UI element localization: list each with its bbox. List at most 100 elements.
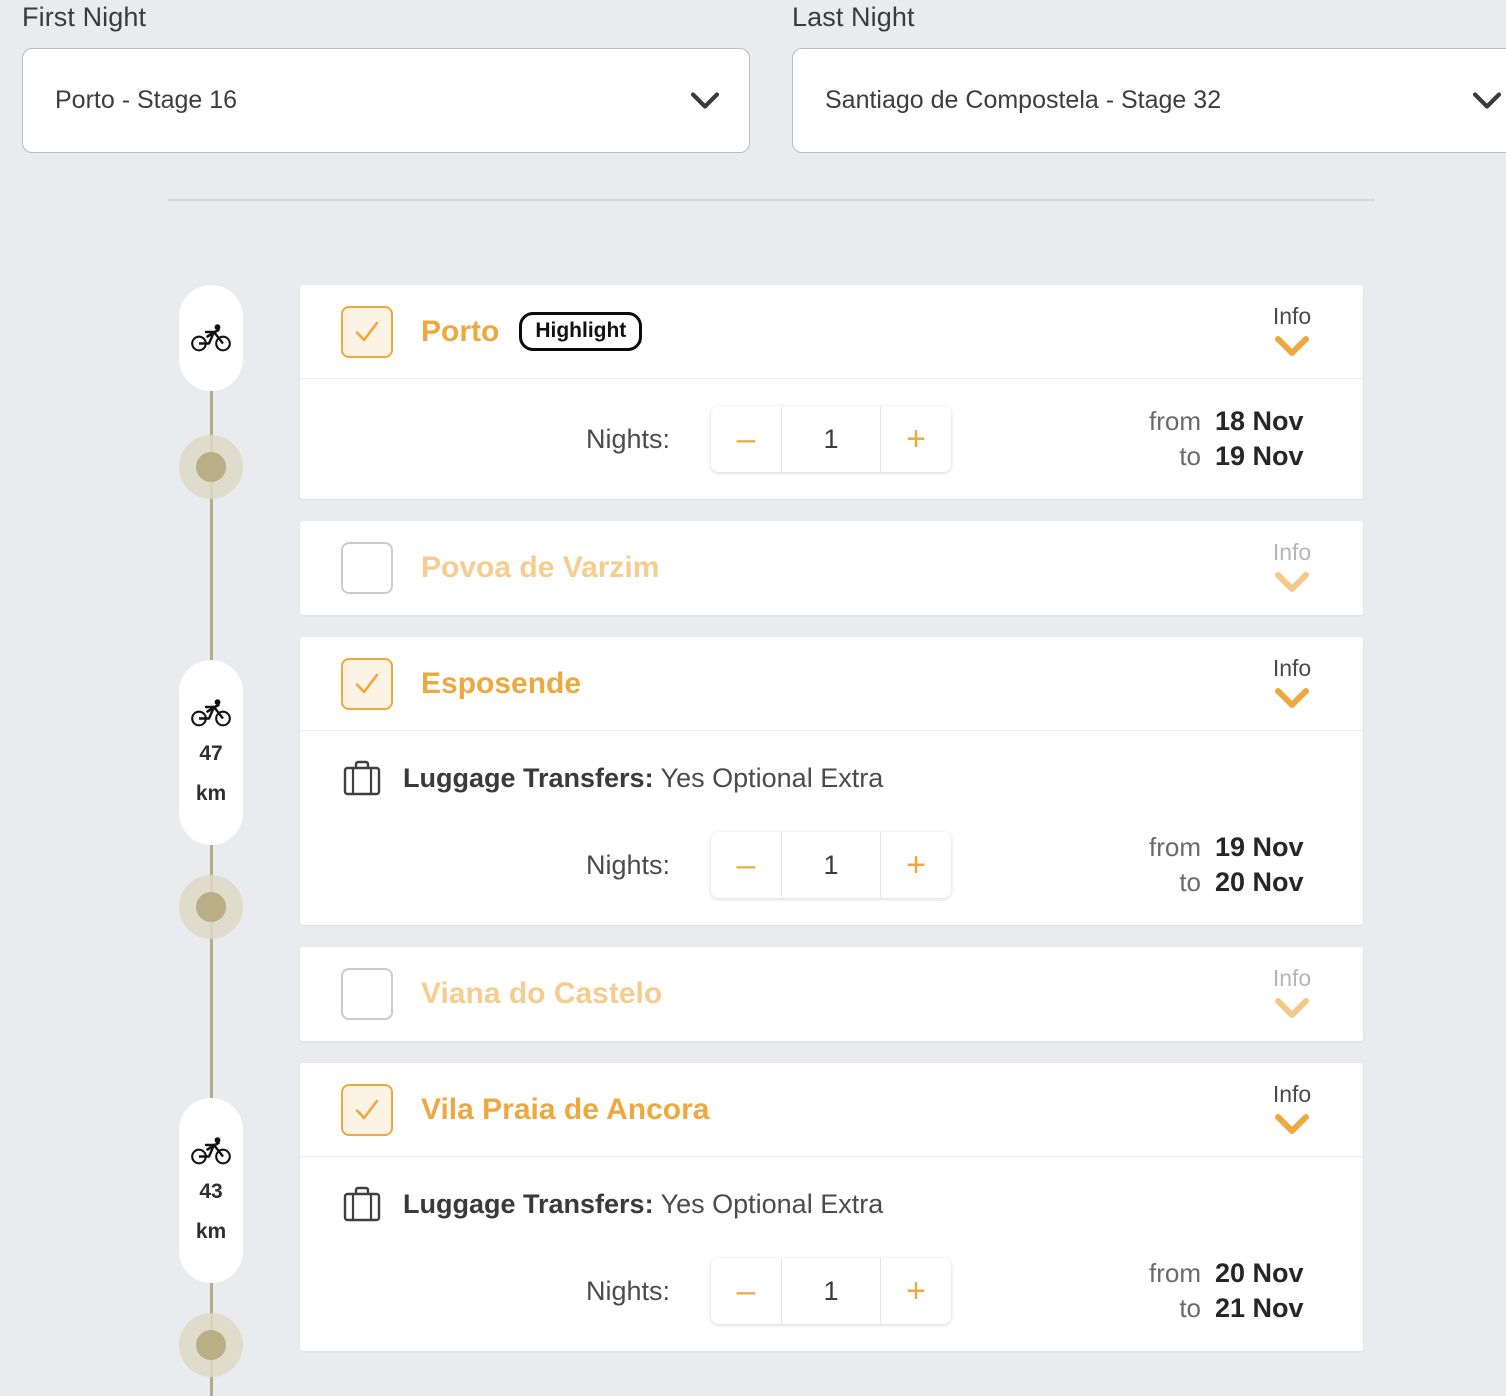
to-label: to xyxy=(1179,867,1201,897)
itinerary-page: First Night Porto - Stage 16 Last Night … xyxy=(0,0,1506,1396)
luggage-label: Luggage Transfers: xyxy=(403,1188,654,1219)
info-toggle[interactable]: Info xyxy=(1247,303,1337,356)
chevron-down-icon xyxy=(1275,1114,1309,1134)
nights-decrement-button[interactable]: – xyxy=(711,406,781,472)
timeline-marker xyxy=(179,285,243,391)
timeline-marker: 47 km xyxy=(179,660,243,845)
nights-value[interactable]: 1 xyxy=(781,406,881,472)
chevron-down-icon xyxy=(1275,998,1309,1018)
timeline-distance-unit: km xyxy=(195,1219,227,1243)
nights-increment-button[interactable]: + xyxy=(881,406,951,472)
stop-header: Povoa de Varzim Info xyxy=(300,521,1363,615)
from-date: 18 Nov xyxy=(1215,406,1304,436)
from-label: from xyxy=(1149,1258,1201,1288)
nights-label: Nights: xyxy=(586,849,671,880)
nights-stepper: – 1 + xyxy=(711,1258,951,1324)
to-label: to xyxy=(1179,1293,1201,1323)
bicycle-icon xyxy=(191,324,231,352)
stop-card: Viana do Castelo Info xyxy=(300,947,1363,1041)
chevron-down-icon xyxy=(1275,572,1309,592)
info-label: Info xyxy=(1272,303,1312,329)
timeline-dot xyxy=(179,875,243,939)
luggage-label: Luggage Transfers: xyxy=(403,762,654,793)
nights-value[interactable]: 1 xyxy=(781,1258,881,1324)
timeline-distance-unit: km xyxy=(195,781,227,805)
luggage-text: Luggage Transfers: Yes Optional Extra xyxy=(403,763,883,794)
last-night-value: Santiago de Compostela - Stage 32 xyxy=(825,86,1222,114)
highlight-badge: Highlight xyxy=(519,312,643,351)
nights-decrement-button[interactable]: – xyxy=(711,1258,781,1324)
to-date: 20 Nov xyxy=(1215,867,1304,897)
from-date: 19 Nov xyxy=(1215,832,1304,862)
luggage-text: Luggage Transfers: Yes Optional Extra xyxy=(403,1189,883,1220)
first-night-value: Porto - Stage 16 xyxy=(55,86,238,114)
info-label: Info xyxy=(1272,965,1312,991)
last-night-selector-group: Last Night Santiago de Compostela - Stag… xyxy=(792,0,1506,153)
nights-label: Nights: xyxy=(586,423,671,454)
stay-dates: from 20 Nov to 21 Nov xyxy=(1149,1258,1333,1324)
stay-to: to 20 Nov xyxy=(1179,867,1333,898)
stop-checkbox[interactable] xyxy=(341,542,393,594)
timeline-distance: 43 xyxy=(199,1179,223,1203)
info-label: Info xyxy=(1272,655,1312,681)
stop-checkbox[interactable] xyxy=(341,657,393,710)
info-label: Info xyxy=(1272,539,1312,565)
to-date: 19 Nov xyxy=(1215,441,1304,471)
info-toggle[interactable]: Info xyxy=(1247,655,1337,708)
stop-list: Porto Highlight Info Nights: – 1 + from … xyxy=(300,285,1363,1373)
last-night-select[interactable]: Santiago de Compostela - Stage 32 xyxy=(792,48,1506,153)
stop-name: Viana do Castelo xyxy=(421,977,663,1010)
luggage-value: Yes Optional Extra xyxy=(660,1188,884,1219)
stop-checkbox[interactable] xyxy=(341,968,393,1020)
luggage-value: Yes Optional Extra xyxy=(660,762,884,793)
nights-decrement-button[interactable]: – xyxy=(711,832,781,898)
stop-card: Povoa de Varzim Info xyxy=(300,521,1363,615)
from-label: from xyxy=(1149,406,1201,436)
luggage-row: Luggage Transfers: Yes Optional Extra xyxy=(300,731,1363,805)
stay-from: from 18 Nov xyxy=(1149,406,1333,437)
section-divider xyxy=(168,199,1375,201)
info-toggle[interactable]: Info xyxy=(1247,539,1337,592)
stay-from: from 20 Nov xyxy=(1149,1258,1333,1289)
stop-checkbox[interactable] xyxy=(341,305,393,358)
stay-to: to 19 Nov xyxy=(1179,441,1333,472)
stay-dates: from 18 Nov to 19 Nov xyxy=(1149,406,1333,472)
stop-card: Vila Praia de Ancora Info Luggage Transf… xyxy=(300,1063,1363,1351)
nights-increment-button[interactable]: + xyxy=(881,1258,951,1324)
timeline-dot-core xyxy=(196,892,226,922)
nights-row: Nights: – 1 + from 18 Nov to 19 Nov xyxy=(300,379,1363,499)
first-night-selector-group: First Night Porto - Stage 16 xyxy=(22,0,750,153)
stop-name: Vila Praia de Ancora xyxy=(421,1092,710,1126)
to-label: to xyxy=(1179,441,1201,471)
timeline-distance: 47 xyxy=(199,741,223,765)
bicycle-icon xyxy=(191,1136,231,1165)
nights-row: Nights: – 1 + from 20 Nov to 21 Nov xyxy=(300,1231,1363,1351)
info-toggle[interactable]: Info xyxy=(1247,1081,1337,1134)
chevron-down-icon xyxy=(1275,336,1309,356)
chevron-down-icon xyxy=(1275,688,1309,708)
nights-increment-button[interactable]: + xyxy=(881,832,951,898)
stay-to: to 21 Nov xyxy=(1179,1293,1333,1324)
from-date: 20 Nov xyxy=(1215,1258,1304,1288)
nights-row: Nights: – 1 + from 19 Nov to 20 Nov xyxy=(300,805,1363,925)
luggage-row: Luggage Transfers: Yes Optional Extra xyxy=(300,1157,1363,1231)
nights-label: Nights: xyxy=(586,1275,671,1306)
timeline-dot-core xyxy=(196,1330,226,1360)
to-date: 21 Nov xyxy=(1215,1293,1304,1323)
stay-from: from 19 Nov xyxy=(1149,832,1333,863)
first-night-select[interactable]: Porto - Stage 16 xyxy=(22,48,750,153)
nights-value[interactable]: 1 xyxy=(781,832,881,898)
info-label: Info xyxy=(1272,1081,1312,1107)
timeline: 47 km 43 km xyxy=(179,285,243,1396)
bicycle-icon xyxy=(191,698,231,727)
timeline-dot-core xyxy=(196,452,226,482)
timeline-dot xyxy=(179,435,243,499)
chevron-down-icon xyxy=(691,92,719,109)
stop-name: Povoa de Varzim xyxy=(421,551,660,584)
stop-header: Viana do Castelo Info xyxy=(300,947,1363,1041)
stop-name: Esposende xyxy=(421,666,582,700)
info-toggle[interactable]: Info xyxy=(1247,965,1337,1018)
last-night-label: Last Night xyxy=(792,2,915,32)
stop-card: Esposende Info Luggage Transfers: Yes Op… xyxy=(300,637,1363,925)
stop-checkbox[interactable] xyxy=(341,1083,393,1136)
